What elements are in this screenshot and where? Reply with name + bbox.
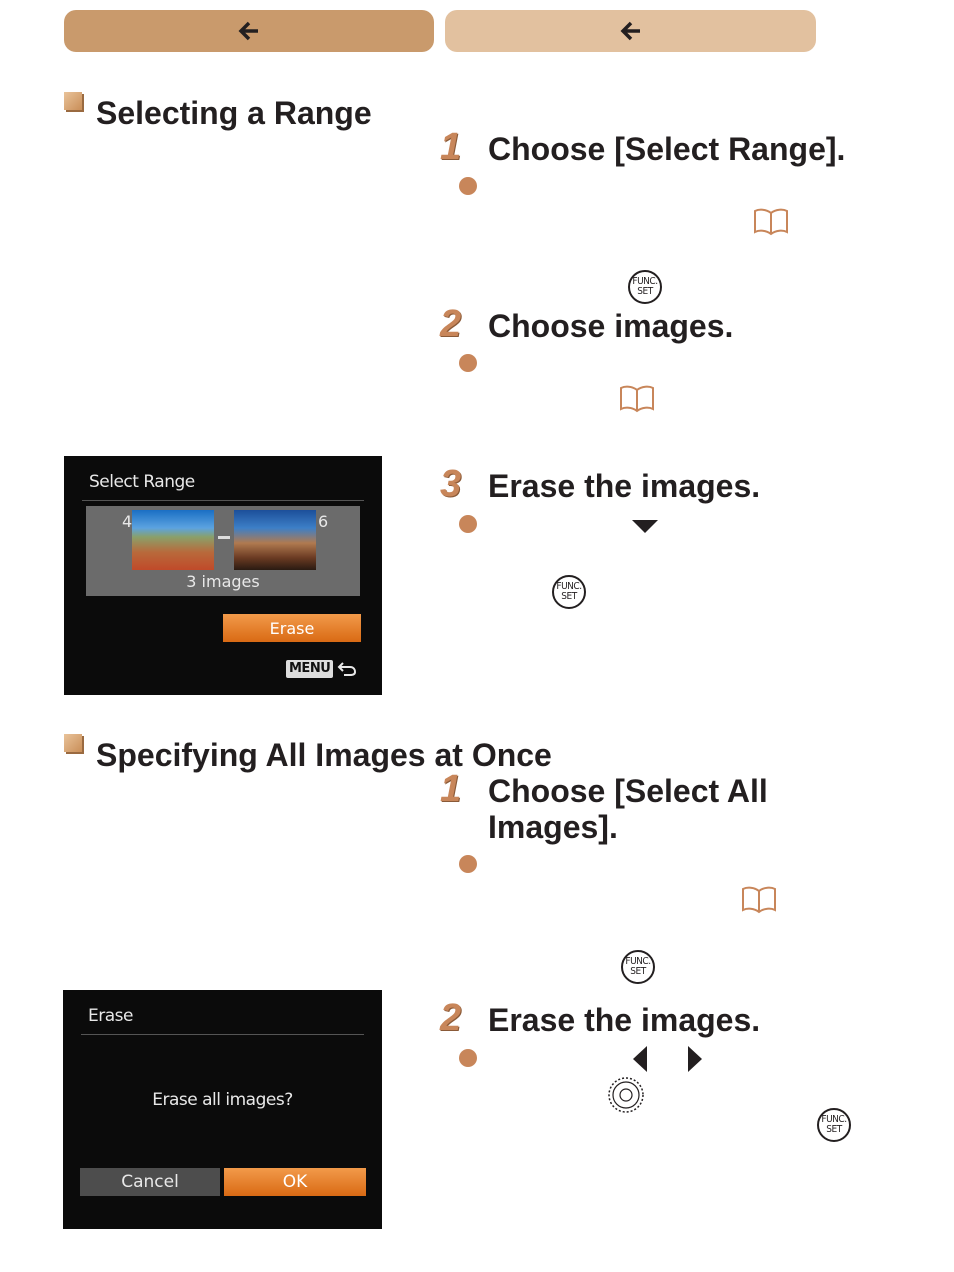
step-title-line2: Images]. [488,809,618,845]
range-selection-box: 4 6 3 images [86,506,360,596]
step-title: Choose images. [488,308,734,344]
set-label: SET [826,1124,842,1135]
bullet-icon [459,1049,477,1067]
next-page-button[interactable] [445,10,816,52]
book-reference-icon[interactable] [740,886,778,914]
right-button-icon [688,1046,702,1072]
confirm-message: Erase all images? [152,1090,293,1110]
range-dash [218,536,230,539]
func-set-icon: FUNC. SET [552,575,586,609]
func-set-icon: FUNC. SET [628,270,662,304]
menu-back-control[interactable]: MENU [286,660,357,678]
thumbnail-start [132,510,214,570]
cancel-button[interactable]: Cancel [80,1168,220,1196]
step-number: 2 [440,303,462,345]
arrow-left-icon [620,21,640,41]
end-image-number: 6 [318,512,329,531]
bullet-icon [459,354,477,372]
arrow-left-icon [238,21,258,41]
screen-title: Select Range [89,472,195,492]
camera-screen-erase: Erase Erase all images? Cancel OK [63,990,382,1229]
step-title: Erase the images. [488,1002,761,1038]
section-marker-icon [64,734,82,752]
bullet-icon [459,515,477,533]
previous-page-button[interactable] [64,10,434,52]
step-number: 1 [440,126,462,168]
set-label: SET [630,966,646,977]
thumbnail-end [234,510,316,570]
func-set-icon: FUNC. SET [621,950,655,984]
func-set-icon: FUNC. SET [817,1108,851,1142]
divider [81,1034,364,1035]
section-title: Specifying All Images at Once [96,737,552,773]
step-number: 2 [440,997,462,1039]
section-marker-icon [64,92,82,110]
section-title: Selecting a Range [96,95,372,131]
set-label: SET [561,591,577,602]
left-button-icon [633,1046,647,1072]
divider [82,500,364,501]
step-title: Erase the images. [488,468,761,504]
erase-button[interactable]: Erase [223,614,361,642]
step-number: 3 [440,463,462,505]
step-title-line1: Choose [Select All [488,773,768,809]
book-reference-icon[interactable] [752,208,790,236]
down-button-icon [632,520,658,533]
step-title: Choose [Select Range]. [488,131,846,167]
menu-badge: MENU [286,660,334,678]
bullet-icon [459,177,477,195]
start-image-number: 4 [122,512,133,531]
set-label: SET [637,286,653,297]
step-number: 1 [440,768,462,810]
camera-screen-select-range: Select Range 4 6 3 images Erase MENU [64,456,382,695]
ok-button[interactable]: OK [224,1168,366,1196]
image-count: 3 images [186,572,260,591]
screen-title: Erase [88,1006,133,1026]
book-reference-icon[interactable] [618,385,656,413]
bullet-icon [459,855,477,873]
control-dial-icon [608,1077,644,1113]
return-arrow-icon [337,662,357,676]
